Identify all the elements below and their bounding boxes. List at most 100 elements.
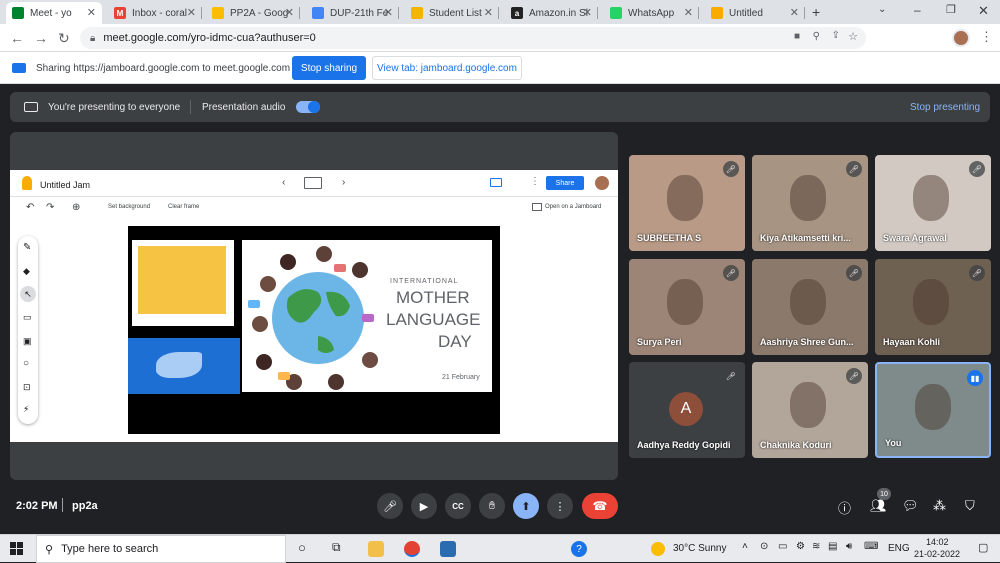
photos-app-icon[interactable] [440,541,456,557]
undo-icon[interactable]: ↶ [26,202,34,213]
maximize-button[interactable]: ❐ [946,3,956,16]
participant-tile[interactable]: 🎤︎ SUBREETHA S [629,155,745,251]
weather-text[interactable]: 30°C Sunny [673,543,726,554]
share-page-icon[interactable]: ⇪ [832,30,840,41]
stop-sharing-button[interactable]: Stop sharing [292,56,366,80]
jam-menu-icon[interactable]: ⋮ [530,176,540,187]
select-tool-icon[interactable]: ↖ [20,286,36,302]
task-view-icon[interactable]: ⧉ [332,540,341,555]
activities-icon[interactable]: ⁂ [933,498,946,514]
url-field[interactable]: 🔒︎ meet.google.com/yro-idmc-cua?authuser… [80,27,866,49]
tray-display-icon[interactable]: ▤ [828,541,837,552]
tab-close-icon[interactable]: ✕ [790,6,799,19]
tab-5[interactable]: Student List ✕ [405,2,499,24]
tray-volume-icon[interactable]: 🔊︎ [846,541,852,552]
zoom-icon[interactable]: ⊕ [72,202,80,213]
eraser-tool-icon[interactable]: ◆ [23,266,30,277]
participant-tile[interactable]: 🎤︎ Chaknika Koduri [752,362,868,458]
tab-1[interactable]: Meet - yo ✕ [6,2,102,24]
windows-start-icon[interactable] [10,542,23,555]
tray-network-icon[interactable]: ⊙ [760,541,768,552]
open-on-jamboard-button[interactable]: Open on a Jamboard [545,204,601,210]
jam-title[interactable]: Untitled Jam [40,180,90,190]
tab-4[interactable]: DUP-21th Fe ✕ [306,2,399,24]
tray-keyboard-icon[interactable]: ⌨︎ [864,541,878,552]
taskbar-search-box[interactable]: ⚲ Type here to search [36,535,286,563]
new-tab-button[interactable]: + [812,4,820,20]
chrome-taskbar-icon[interactable] [404,541,420,557]
back-icon[interactable]: ← [10,30,24,46]
participant-tile[interactable]: 🎤︎ Surya Peri [629,259,745,355]
present-now-button[interactable]: ⬆ [513,493,539,519]
tab-8[interactable]: Untitled ✕ [705,2,805,24]
raise-hand-button[interactable]: ✋︎ [479,493,505,519]
participant-tile[interactable]: 🎤︎ Swara Agrawal [875,155,991,251]
meeting-info-icon[interactable]: ⓘ [838,498,851,517]
minimize-button[interactable]: – [914,3,921,17]
camera-icon[interactable]: ■ [794,31,800,42]
jam-canvas[interactable]: INTERNATIONAL MOTHER LANGUAGE DAY 21 Feb… [128,226,500,434]
cortana-icon[interactable]: ○ [298,540,306,555]
textbox-tool-icon[interactable]: ⊡ [23,382,31,393]
tray-battery-icon[interactable]: ▭ [778,541,787,552]
tab-close-icon[interactable]: ✕ [684,6,693,19]
tab-3[interactable]: PP2A - Goog ✕ [206,2,300,24]
tab-7[interactable]: WhatsApp ✕ [604,2,699,24]
mic-button[interactable]: 🎤︎ [377,493,403,519]
bookmark-star-icon[interactable]: ☆ [848,30,858,43]
participant-tile[interactable]: ▮▮ You [875,362,991,458]
participant-tile[interactable]: 🎤︎ Hayaan Kohli [875,259,991,355]
participant-tile[interactable]: 🎤︎ Kiya Atikamsetti kri... [752,155,868,251]
participant-tile[interactable]: A 🎤︎ Aadhya Reddy Gopidi [629,362,745,458]
tab-close-icon[interactable]: ✕ [87,6,96,19]
pen-tool-icon[interactable]: ✎ [23,242,31,253]
sticky-note-icon[interactable]: ▭ [23,312,32,323]
notifications-icon[interactable]: ▢ [978,541,988,554]
help-icon[interactable]: ? [571,541,587,557]
leave-call-button[interactable]: ☎︎ [582,493,618,519]
zoom-icon[interactable]: ⚲ [813,31,820,42]
file-explorer-icon[interactable] [368,541,384,557]
tab-close-icon[interactable]: ✕ [583,6,592,19]
image-tool-icon[interactable]: ▣ [23,336,32,347]
frame-bar-icon[interactable] [304,177,322,189]
prev-frame-icon[interactable]: ‹ [282,177,285,188]
tab-close-icon[interactable]: ✕ [484,6,493,19]
chat-icon[interactable]: 💬︎ [902,498,919,514]
clear-frame-button[interactable]: Clear frame [168,204,199,210]
clock-time[interactable]: 14:02 [926,537,949,547]
camera-button[interactable]: ▶ [411,493,437,519]
tab-close-icon[interactable]: ✕ [187,6,196,19]
redo-icon[interactable]: ↷ [46,202,54,213]
captions-button[interactable]: CC [445,493,471,519]
tray-wifi-icon[interactable]: ≋ [812,541,820,552]
circle-tool-icon[interactable]: ○ [23,358,29,369]
reload-icon[interactable]: ↻ [58,30,70,47]
more-options-button[interactable]: ⋮ [547,493,573,519]
tab-6[interactable]: a Amazon.in Sh ✕ [505,2,598,24]
host-controls-icon[interactable]: ⛉ [965,498,975,514]
tab-close-icon[interactable]: ✕ [285,6,294,19]
clock-date[interactable]: 21-02-2022 [914,549,960,559]
view-tab-button[interactable]: View tab: jamboard.google.com [372,56,522,80]
participant-tile[interactable]: 🎤︎ Aashriya Shree Gun... [752,259,868,355]
forward-icon[interactable]: → [34,30,48,46]
profile-avatar[interactable] [952,29,970,47]
tray-settings-icon[interactable]: ⚙︎ [796,541,805,552]
stop-presenting-button[interactable]: Stop presenting [910,102,980,113]
tab-search-icon[interactable]: ⌄ [878,4,886,15]
close-window-button[interactable]: ✕ [978,3,989,19]
jam-share-button[interactable]: Share [546,176,584,190]
menu-dots-icon[interactable]: ⋮ [980,29,993,45]
tab-2[interactable]: M Inbox - coral ✕ [108,2,202,24]
people-icon[interactable]: 👥︎ [870,498,887,514]
set-background-button[interactable]: Set background [108,204,150,210]
next-frame-icon[interactable]: › [342,177,345,188]
present-jam-icon[interactable] [490,178,502,187]
tray-chevron-icon[interactable]: ˄ [742,541,748,552]
laser-tool-icon[interactable]: ⚡︎ [23,404,29,415]
presentation-audio-toggle[interactable] [296,101,320,113]
tab-close-icon[interactable]: ✕ [384,6,393,19]
input-language[interactable]: ENG [888,543,910,554]
jam-user-avatar[interactable] [595,176,609,190]
